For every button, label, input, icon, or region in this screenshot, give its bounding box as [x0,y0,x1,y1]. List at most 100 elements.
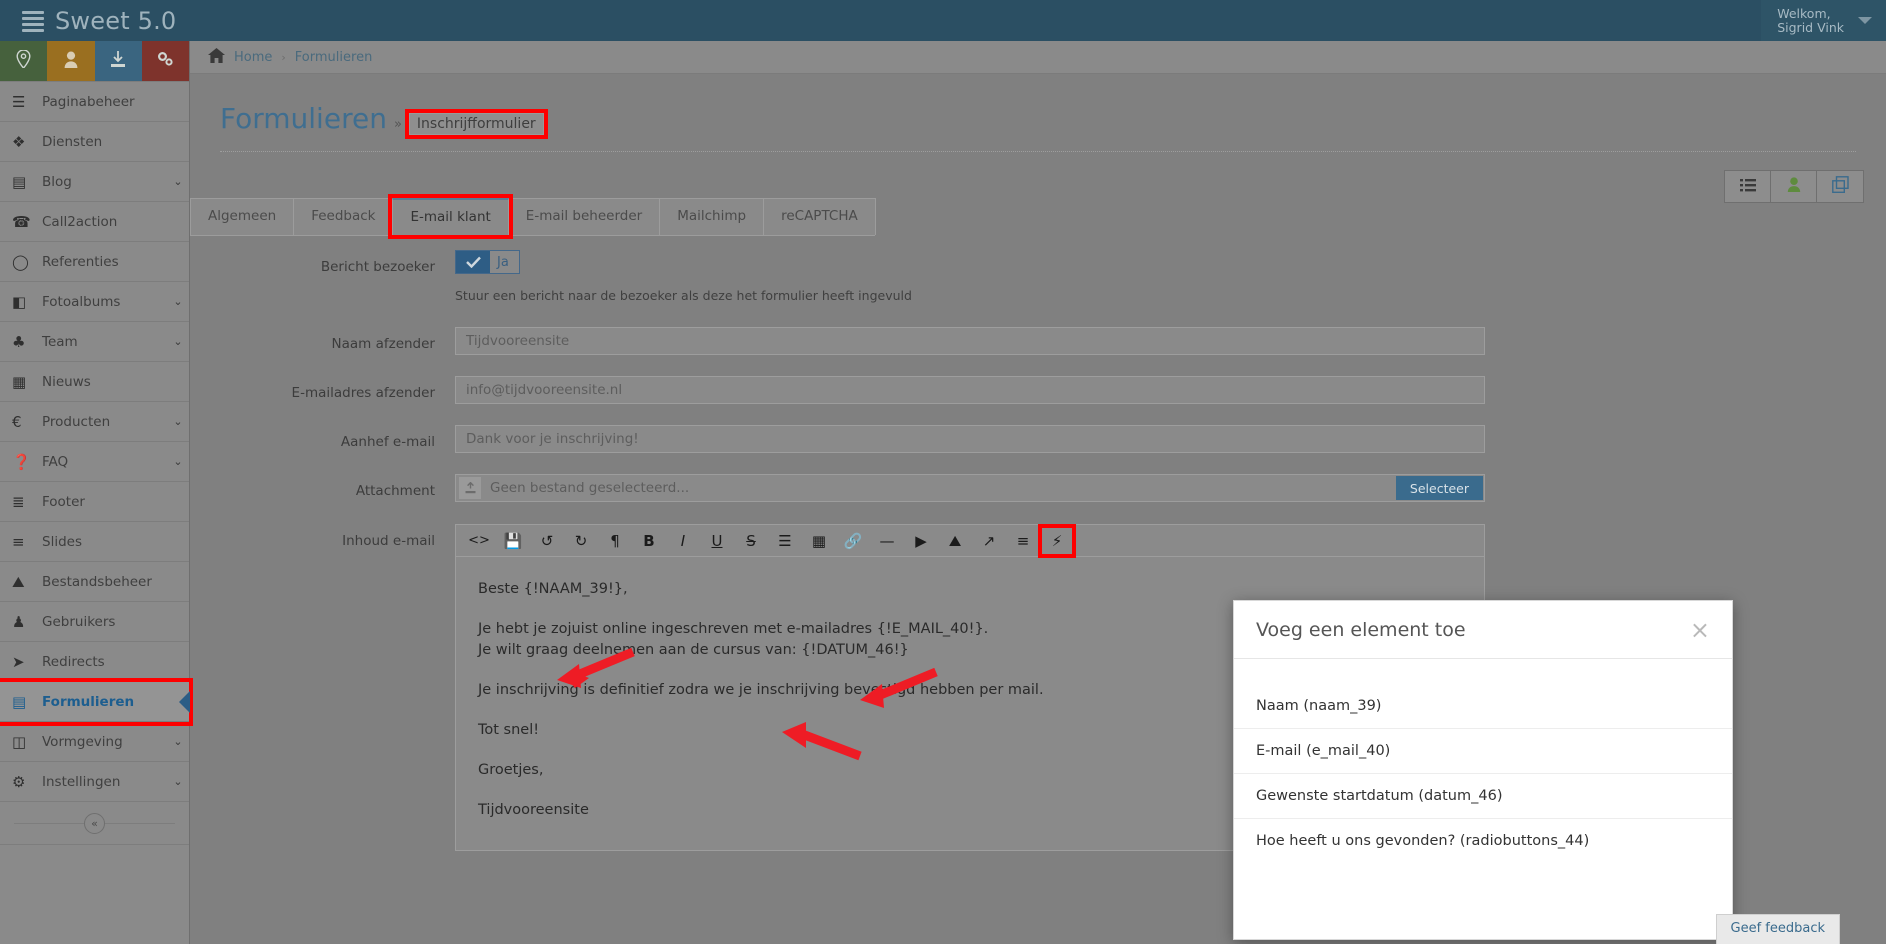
horizontal-rule-icon[interactable]: — [870,526,904,556]
sidebar-collapse-button[interactable]: « [84,812,105,834]
modal-element-item[interactable]: Hoe heeft u ons gevonden? (radiobuttons_… [1234,819,1732,863]
chevron-down-icon [1858,17,1872,24]
align-icon[interactable]: ≡ [1006,526,1040,556]
tab-bar: Algemeen Feedback E-mail klant E-mail behee… [190,194,876,239]
chevron-down-icon: ⌄ [173,775,183,788]
quick-action-user[interactable] [47,41,95,81]
user-icon [1787,177,1801,196]
fullscreen-icon[interactable]: ↗ [972,526,1006,556]
label-aanhef-email: Aanhef e-mail [340,434,435,450]
close-icon[interactable]: × [1690,618,1710,642]
email-afzender-input[interactable]: info@tijdvooreensite.nl [455,376,1485,404]
attachment-file-input[interactable]: Geen bestand geselecteerd... Selecteer [455,474,1485,502]
sidebar-item-redirects[interactable]: ➤ Redirects [0,642,189,682]
sidebar-item-gebruikers[interactable]: ♟ Gebruikers [0,602,189,642]
users-icon: ♣ [12,332,26,351]
quick-action-download[interactable] [94,41,142,81]
save-icon[interactable]: 💾 [496,526,530,556]
strikethrough-icon[interactable]: S [734,526,768,556]
italic-icon[interactable]: I [666,526,700,556]
image-icon[interactable]: ⛰ [938,526,972,556]
arrow-circle-right-icon: ➤ [12,652,25,671]
sidebar-item-instellingen[interactable]: ⚙ Instellingen ⌄ [0,762,189,802]
sidebar-nav: ☰ Paginabeheer ❖ Diensten ▤ Blog ⌄ ☎ Call2action… [0,81,193,802]
label-naam-afzender: Naam afzender [331,336,436,352]
tab-e-mail-klant[interactable]: E-mail klant [388,194,513,239]
list-view-button[interactable] [1725,171,1771,202]
sidebar-item-label: Slides [42,533,82,550]
sidebar-item-footer[interactable]: ≣ Footer [0,482,189,522]
undo-icon[interactable]: ↺ [530,526,564,556]
bericht-bezoeker-toggle[interactable]: Ja [455,250,520,274]
tab-feedback[interactable]: Feedback [293,198,394,235]
sidebar-item-label: Diensten [42,133,103,150]
editor-toolbar: <> 💾 ↺ ↻ ¶ B I U S ☰ ▦ 🔗 — ▶ ⛰ ↗ ≡ ⚡ [455,523,1485,558]
paragraph-icon[interactable]: ¶ [598,526,632,556]
video-icon[interactable]: ▶ [904,526,938,556]
table-icon[interactable]: ▦ [802,526,836,556]
sidebar-item-fotoalbums[interactable]: ◧ Fotoalbums ⌄ [0,282,189,322]
quick-action-location[interactable] [0,41,48,81]
feedback-tab[interactable]: Geef feedback [1715,914,1840,944]
page-title: Formulieren [220,102,387,135]
divider [220,151,1856,152]
sidebar-item-paginabeheer[interactable]: ☰ Paginabeheer [0,82,189,122]
naam-afzender-input[interactable]: Tijdvooreensite [455,327,1485,355]
location-pin-icon [16,49,31,72]
sidebar-item-blog[interactable]: ▤ Blog ⌄ [0,162,189,202]
tab-algemeen[interactable]: Algemeen [190,198,295,235]
duplicate-button[interactable] [1817,171,1863,202]
underline-icon[interactable]: U [700,526,734,556]
sidebar-item-label: Referenties [42,253,119,270]
tab-label: E-mail beheerder [525,208,643,224]
source-code-icon[interactable]: <> [462,526,496,556]
chevron-down-icon: ⌄ [173,175,183,188]
sidebar-item-faq[interactable]: ❓ FAQ ⌄ [0,442,189,482]
tab-e-mail-beheerder[interactable]: E-mail beheerder [507,198,661,235]
modal-element-item[interactable]: Naam (naam_39) [1234,684,1732,729]
tab-label: Algemeen [208,208,277,224]
brand[interactable]: Sweet 5.0 [22,7,176,35]
bold-icon[interactable]: B [632,526,666,556]
insert-element-icon[interactable]: ⚡ [1038,523,1076,558]
sidebar-item-nieuws[interactable]: ▦ Nieuws [0,362,189,402]
field-bericht-bezoeker: Bericht bezoeker Ja Stuur een bericht na… [190,250,1590,303]
sidebar-item-team[interactable]: ♣ Team ⌄ [0,322,189,362]
bericht-bezoeker-help: Stuur een bericht naar de bezoeker als d… [455,288,912,303]
modal-element-list: Naam (naam_39) E-mail (e_mail_40) Gewenste… [1234,659,1732,863]
modal-element-item[interactable]: E-mail (e_mail_40) [1234,729,1732,774]
upload-icon [459,477,481,499]
sidebar-item-slides[interactable]: ≡ Slides [0,522,189,562]
chevron-down-icon: ⌄ [173,735,183,748]
app-screen: Sweet 5.0 Welkom, Sigrid Vink ☰ Paginabe… [0,0,1886,944]
double-chevron-left-icon: « [91,816,98,830]
user-button[interactable] [1771,171,1817,202]
form-name-field[interactable]: Inschrijfformulier [404,109,548,139]
modal-header: Voeg een element toe × [1234,601,1732,659]
tab-mailchimp[interactable]: Mailchimp [659,198,765,235]
modal-element-item[interactable]: Gewenste startdatum (datum_46) [1234,774,1732,819]
cogs-icon [157,51,174,71]
sidebar-item-formulieren[interactable]: ▤ Formulieren [0,678,193,726]
sidebar-item-label: FAQ [42,453,69,470]
redo-icon[interactable]: ↻ [564,526,598,556]
aanhef-email-input[interactable]: Dank voor je inschrijving! [455,425,1485,453]
sidebar-item-vormgeving[interactable]: ◫ Vormgeving ⌄ [0,722,189,762]
breadcrumb-item-formulieren[interactable]: Formulieren [295,50,373,65]
tab-recaptcha[interactable]: reCAPTCHA [763,198,876,235]
attachment-select-button[interactable]: Selecteer [1395,476,1483,500]
home-icon[interactable] [208,47,225,67]
sidebar-item-diensten[interactable]: ❖ Diensten [0,122,189,162]
breadcrumb-item-home[interactable]: Home [234,50,272,65]
breadcrumb: Home › Formulieren [190,41,1886,74]
comment-icon: ◯ [12,252,29,271]
link-icon[interactable]: 🔗 [836,526,870,556]
sidebar-item-label: Bestandsbeheer [42,573,152,590]
sidebar-item-bestandsbeheer[interactable]: ⛰ Bestandsbeheer [0,562,189,602]
sidebar-item-call2action[interactable]: ☎ Call2action [0,202,189,242]
quick-action-settings[interactable] [141,41,189,81]
sidebar-item-producten[interactable]: € Producten ⌄ [0,402,189,442]
user-menu[interactable]: Welkom, Sigrid Vink [1761,0,1886,41]
sidebar-item-referenties[interactable]: ◯ Referenties [0,242,189,282]
unordered-list-icon[interactable]: ☰ [768,526,802,556]
